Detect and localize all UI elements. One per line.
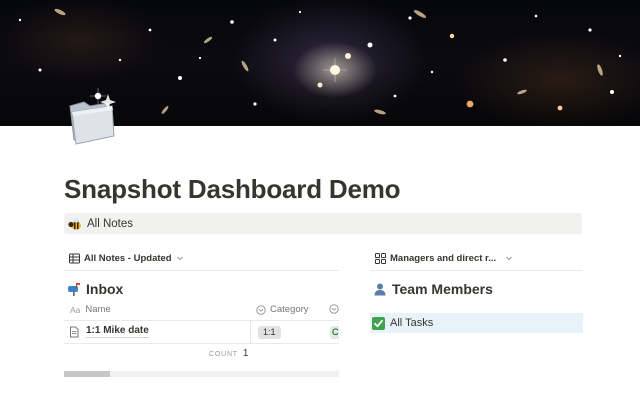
- view-selector-managers[interactable]: Managers and direct r...: [375, 251, 513, 265]
- gallery-icon: [375, 252, 386, 264]
- view-label: All Notes - Updated: [84, 252, 172, 264]
- page-title[interactable]: Snapshot Dashboard Demo: [64, 174, 584, 205]
- column-name-label: Name: [85, 304, 111, 315]
- all-notes-link[interactable]: All Notes: [64, 213, 582, 234]
- row-name-cell[interactable]: 1:1 Mike date: [68, 325, 149, 338]
- column-divider: [250, 321, 251, 343]
- column-header-name[interactable]: Aa Name: [70, 304, 111, 315]
- select-type-icon: [329, 304, 339, 314]
- chevron-down-icon: [176, 256, 183, 261]
- chevron-down-icon: [506, 256, 512, 261]
- table-row[interactable]: 1:1 Mike date 1:1 C: [64, 321, 339, 343]
- category-tag[interactable]: 1:1: [258, 326, 281, 339]
- mailbox-icon: [68, 283, 80, 296]
- column-header-more[interactable]: [329, 304, 343, 317]
- row-divider: [64, 343, 339, 344]
- inbox-label: Inbox: [86, 281, 124, 297]
- count-value: 1: [242, 348, 249, 359]
- bee-icon: [68, 218, 81, 229]
- document-icon: [70, 326, 79, 337]
- checkmark-icon: [372, 316, 385, 330]
- all-tasks-link[interactable]: All Tasks: [370, 313, 583, 333]
- person-icon: [374, 283, 386, 296]
- view-divider: [64, 270, 339, 271]
- view-label: Managers and direct r...: [390, 252, 497, 264]
- column-header-category[interactable]: Category: [256, 304, 309, 315]
- table-header: Aa Name Category: [64, 300, 339, 320]
- all-tasks-label: All Tasks: [390, 317, 434, 329]
- text-type-icon: Aa: [70, 304, 81, 315]
- view-selector-all-notes[interactable]: All Notes - Updated: [69, 251, 184, 265]
- scrollbar-thumb[interactable]: [64, 371, 110, 377]
- column-category-label: Category: [270, 304, 309, 315]
- extra-tag[interactable]: C: [330, 326, 339, 339]
- team-members-title[interactable]: Team Members: [373, 279, 493, 299]
- all-notes-label: All Notes: [87, 217, 134, 230]
- team-members-label: Team Members: [392, 281, 493, 297]
- count-summary[interactable]: COUNT 1: [209, 348, 248, 359]
- folder-icon[interactable]: [64, 92, 120, 148]
- inbox-title[interactable]: Inbox: [67, 279, 123, 299]
- view-divider: [370, 270, 583, 271]
- select-type-icon: [256, 304, 266, 315]
- table-icon: [69, 253, 80, 263]
- count-label: COUNT: [209, 351, 238, 358]
- row-title[interactable]: 1:1 Mike date: [86, 325, 149, 338]
